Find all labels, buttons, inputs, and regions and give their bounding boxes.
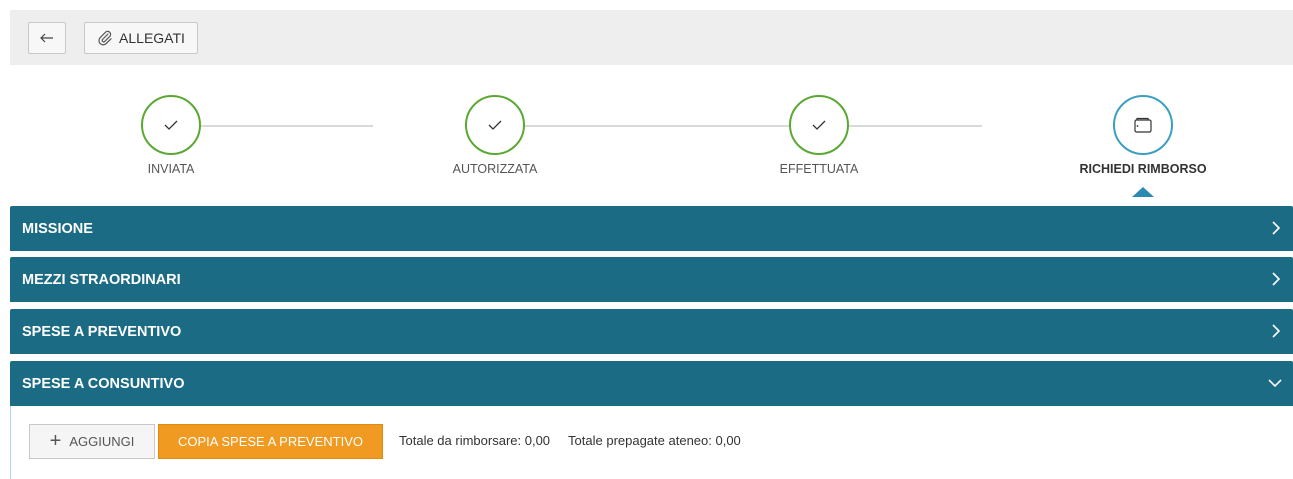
section-mezzi-straordinari[interactable]: MEZZI STRAORDINARI <box>10 257 1293 302</box>
step-circle <box>789 95 849 155</box>
total-prepaid: Totale prepagate ateneo: 0,00 <box>568 433 741 448</box>
wallet-icon <box>1134 117 1152 133</box>
section-missione[interactable]: MISSIONE <box>10 206 1293 251</box>
step-circle <box>141 95 201 155</box>
step-circle <box>1113 95 1173 155</box>
step-label: AUTORIZZATA <box>452 162 538 176</box>
totals: Totale da rimborsare: 0,00 Totale prepag… <box>399 433 741 448</box>
add-button[interactable]: + AGGIUNGI <box>29 424 155 459</box>
current-step-caret <box>1132 187 1154 197</box>
step-connector <box>497 125 797 127</box>
arrow-left-icon <box>40 33 53 43</box>
back-button[interactable] <box>28 22 66 54</box>
step-circle <box>465 95 525 155</box>
attachments-label: ALLEGATI <box>119 30 185 46</box>
paperclip-icon <box>98 30 112 46</box>
section-title: SPESE A CONSUNTIVO <box>22 375 185 392</box>
section-title: MISSIONE <box>22 220 93 237</box>
copy-preventivo-button[interactable]: COPIA SPESE A PREVENTIVO <box>158 424 383 459</box>
chevron-right-icon <box>1272 324 1281 338</box>
step-label: EFFETTUATA <box>779 162 859 176</box>
check-icon <box>488 120 502 130</box>
chevron-right-icon <box>1272 221 1281 235</box>
add-button-label: AGGIUNGI <box>69 434 135 449</box>
progress-stepper: INVIATA AUTORIZZATA EFFETTUATA RICHIEDI … <box>10 65 1293 205</box>
step-connector <box>173 125 373 127</box>
step-label: RICHIEDI RIMBORSO <box>1079 162 1207 176</box>
consuntivo-panel: + AGGIUNGI COPIA SPESE A PREVENTIVO Tota… <box>10 406 1293 479</box>
plus-icon: + <box>49 429 62 452</box>
check-icon <box>812 120 826 130</box>
toolbar: ALLEGATI <box>10 10 1293 65</box>
chevron-right-icon <box>1272 272 1281 286</box>
section-title: MEZZI STRAORDINARI <box>22 271 181 288</box>
chevron-down-icon <box>1268 379 1282 388</box>
attachments-button[interactable]: ALLEGATI <box>84 22 198 54</box>
section-spese-a-consuntivo[interactable]: SPESE A CONSUNTIVO <box>10 361 1293 406</box>
step-label: INVIATA <box>147 162 195 176</box>
total-refund: Totale da rimborsare: 0,00 <box>399 433 551 448</box>
check-icon <box>164 120 178 130</box>
copy-button-label: COPIA SPESE A PREVENTIVO <box>178 434 363 449</box>
section-title: SPESE A PREVENTIVO <box>22 323 182 340</box>
section-spese-a-preventivo[interactable]: SPESE A PREVENTIVO <box>10 309 1293 354</box>
